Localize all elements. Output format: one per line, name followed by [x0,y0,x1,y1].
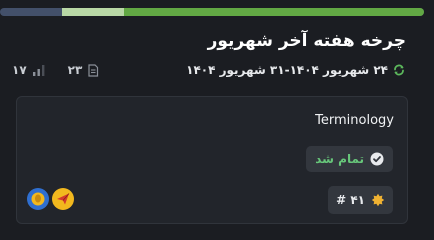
status-badge[interactable]: تمام شد [306,146,393,172]
cycle-item-card[interactable]: Terminology تمام شد # ۴۱ [16,96,408,224]
head-icon [31,192,45,206]
progress-segment-light [62,8,124,16]
points-label: # ۴۱ [336,193,365,207]
check-circle-icon [370,152,384,166]
assignee-avatars[interactable] [27,188,74,210]
cycle-date-range: ۲۴ شهریور ۱۴۰۴-۳۱ شهریور ۱۴۰۴ [186,63,388,77]
cycle-progress-bar [0,8,424,16]
status-label: تمام شد [315,152,364,166]
star-icon [371,193,385,207]
cycle-stats: ۱۷ ۲۳ [12,63,99,77]
avatar[interactable] [27,188,49,210]
item-title[interactable]: Terminology [315,113,394,128]
points-badge[interactable]: # ۴۱ [328,186,393,214]
issues-stat: ۲۳ [68,63,100,77]
cycle-title[interactable]: چرخه هفته آخر شهریور [208,31,406,51]
cycle-icon [392,63,406,77]
progress-segment-completed [124,8,424,16]
signal-bars-icon [32,64,46,76]
estimate-count: ۱۷ [12,63,27,77]
paper-plane-icon [57,193,70,205]
document-icon [87,63,99,77]
estimate-stat: ۱۷ [12,63,46,77]
issues-count: ۲۳ [67,63,83,77]
avatar[interactable] [52,188,74,210]
cycle-date-row: ۲۴ شهریور ۱۴۰۴-۳۱ شهریور ۱۴۰۴ [186,63,406,77]
